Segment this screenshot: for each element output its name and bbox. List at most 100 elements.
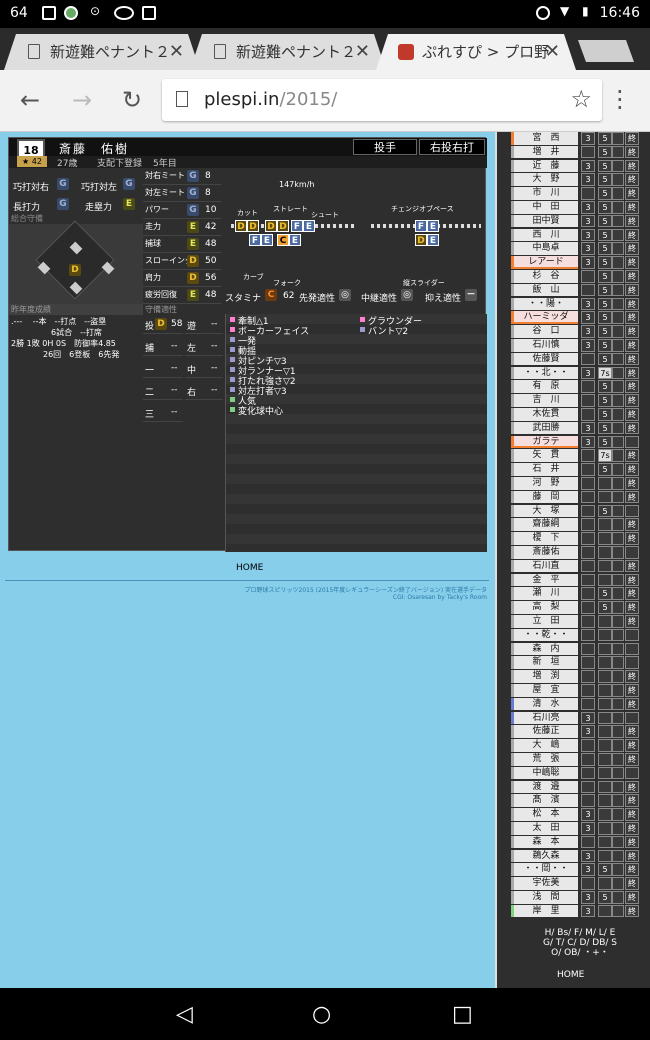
roster-player-name[interactable]: 杉 谷 <box>511 270 578 283</box>
roster-row[interactable]: 増 渕終 <box>511 670 649 684</box>
roster-row[interactable]: 石川亮 3 <box>511 711 649 726</box>
roster-row[interactable]: 森 本終 <box>511 835 649 850</box>
roster-row[interactable]: 瀬 川 5終 <box>511 587 649 601</box>
roster-player-name[interactable]: 近 藤 <box>511 159 578 173</box>
roster-player-name[interactable]: 髙 濱 <box>511 794 578 807</box>
roster-player-name[interactable]: 金 平 <box>511 573 578 587</box>
roster-row[interactable]: 森 内 <box>511 642 649 657</box>
roster-player-name[interactable]: 屋 宜 <box>511 684 578 697</box>
roster-player-name[interactable]: 佐藤正 <box>511 725 578 738</box>
roster-player-name[interactable]: 鵜久森 <box>511 849 578 863</box>
back-icon[interactable]: ← <box>20 86 40 114</box>
roster-player-name[interactable]: 飯 山 <box>511 283 578 297</box>
roster-row[interactable]: 佐藤賢 5 終 <box>511 352 649 367</box>
roster-row[interactable]: ハーミッダ 3 5 終 <box>511 311 649 325</box>
roster-player-name[interactable]: 増 渕 <box>511 670 578 683</box>
roster-row[interactable]: 荒 張終 <box>511 753 649 767</box>
roster-row[interactable]: 有 原 5終 <box>511 380 649 394</box>
roster-player-name[interactable]: ・・岡・・ <box>511 863 578 876</box>
roster-player-name[interactable]: ガラテ <box>511 435 578 449</box>
roster-row[interactable]: ・・北・・ 3 7s 終 <box>511 366 649 381</box>
roster-player-name[interactable]: 榎 下 <box>511 532 578 545</box>
roster-player-name[interactable]: 宇佐美 <box>511 877 578 890</box>
roster-row[interactable]: 清 水終 <box>511 697 649 712</box>
roster-row[interactable]: 齋藤綱 終 <box>511 518 649 532</box>
roster-row[interactable]: 立 田終 <box>511 615 649 629</box>
roster-player-name[interactable]: 有 原 <box>511 380 578 393</box>
roster-player-name[interactable]: ハーミッダ <box>511 311 578 324</box>
roster-player-name[interactable]: 佐藤賢 <box>511 352 578 366</box>
roster-player-name[interactable]: ・・北・・ <box>511 366 578 380</box>
roster-player-name[interactable]: 中島卓 <box>511 242 578 255</box>
roster-player-name[interactable]: 田中賢 <box>511 214 578 228</box>
roster-player-name[interactable]: 斎藤佑 <box>511 546 578 559</box>
roster-row[interactable]: 中嶋聡 <box>511 766 649 781</box>
roster-row[interactable]: 渡 邉終 <box>511 780 649 795</box>
nav-home-icon[interactable]: ○ <box>312 1002 331 1027</box>
roster-player-name[interactable]: 清 水 <box>511 697 578 711</box>
roster-player-name[interactable]: 岸 里 <box>511 904 578 918</box>
roster-player-name[interactable]: 市 川 <box>511 187 578 200</box>
roster-row[interactable]: 岸 里3 終 <box>511 904 649 919</box>
roster-row[interactable]: 鵜久森 3 終 <box>511 849 649 864</box>
roster-player-name[interactable]: 谷 口 <box>511 325 578 338</box>
nav-back-icon[interactable]: ◁ <box>176 1002 193 1027</box>
bookmark-star-icon[interactable]: ☆ <box>570 85 592 113</box>
roster-player-name[interactable]: 増 井 <box>511 145 578 159</box>
legend-line-3[interactable]: O/ OB/ ・+・ <box>525 948 635 958</box>
roster-row[interactable]: 中島卓 3 5 終 <box>511 242 649 256</box>
roster-row[interactable]: 榎 下終 <box>511 532 649 546</box>
roster-row[interactable]: 中 田35終 <box>511 201 649 215</box>
roster-row[interactable]: 増 井 5終 <box>511 145 649 160</box>
roster-player-name[interactable]: 矢 貫 <box>511 449 578 462</box>
roster-player-name[interactable]: 立 田 <box>511 615 578 628</box>
tab-2[interactable]: 新遊難ペナント２ ✕ <box>190 34 386 70</box>
roster-player-name[interactable]: 瀬 川 <box>511 587 578 600</box>
roster-row[interactable]: 大 嶋終 <box>511 739 649 753</box>
roster-row[interactable]: 武田勝 3 5 終 <box>511 421 649 436</box>
roster-player-name[interactable]: 石川亮 <box>511 711 578 725</box>
page-info-icon[interactable] <box>176 91 188 107</box>
roster-row[interactable]: 高 梨 5終 <box>511 601 649 615</box>
close-tab-icon[interactable]: ✕ <box>545 34 560 70</box>
roster-player-name[interactable]: ・・陽・ <box>511 297 578 311</box>
roster-row[interactable]: 西 川35終 <box>511 228 649 243</box>
forward-icon[interactable]: → <box>72 86 92 114</box>
roster-row[interactable]: 佐藤正 3 終 <box>511 725 649 739</box>
roster-player-name[interactable]: 石川慎 <box>511 339 578 352</box>
roster-row[interactable]: 大 野35終 <box>511 173 649 187</box>
roster-player-name[interactable]: 松 本 <box>511 808 578 821</box>
roster-player-name[interactable]: 藤 岡 <box>511 490 578 504</box>
roster-row[interactable]: 松 本3 終 <box>511 808 649 822</box>
roster-player-name[interactable]: 荒 張 <box>511 753 578 766</box>
roster-player-name[interactable]: 宮 西 <box>511 132 578 145</box>
roster-row[interactable]: ・・岡・・ 3 5 終 <box>511 863 649 877</box>
roster-player-name[interactable]: 武田勝 <box>511 421 578 435</box>
roster-player-name[interactable]: 吉 川 <box>511 394 578 407</box>
roster-row[interactable]: 屋 宜終 <box>511 684 649 698</box>
roster-player-name[interactable]: 齋藤綱 <box>511 518 578 531</box>
roster-row[interactable]: レアード 3 5 終 <box>511 256 649 270</box>
address-bar[interactable]: plespi.in/2015/ ☆ <box>162 79 602 121</box>
roster-player-name[interactable]: 中 田 <box>511 201 578 214</box>
roster-row[interactable]: 金 平終 <box>511 573 649 588</box>
roster-row[interactable]: ・・陽・ 3 5 終 <box>511 297 649 312</box>
roster-row[interactable]: 宮 西35終 <box>511 132 649 146</box>
roster-row[interactable]: 杉 谷 5終 <box>511 270 649 284</box>
overflow-menu-icon[interactable]: · · · <box>616 80 626 120</box>
roster-player-name[interactable]: 太 田 <box>511 822 578 835</box>
roster-row[interactable]: ガラテ 3 5 <box>511 435 649 450</box>
roster-row[interactable]: 斎藤佑 <box>511 546 649 560</box>
legend-line-1[interactable]: H/ Bs/ F/ M/ L/ E <box>525 928 635 938</box>
roster-player-name[interactable]: 浅 間 <box>511 891 578 904</box>
roster-row[interactable]: 近 藤35終 <box>511 159 649 174</box>
roster-row[interactable]: 谷 口35終 <box>511 325 649 339</box>
legend-line-2[interactable]: G/ T/ C/ D/ DB/ S <box>525 938 635 948</box>
roster-row[interactable]: 田中賢 3 5 終 <box>511 214 649 229</box>
roster-player-name[interactable]: 中嶋聡 <box>511 766 578 780</box>
roster-row[interactable]: 木佐貫 5 終 <box>511 408 649 422</box>
roster-row[interactable]: 太 田3 終 <box>511 822 649 836</box>
home-link[interactable]: HOME <box>236 563 263 573</box>
roster-player-name[interactable]: 石川直 <box>511 559 578 573</box>
roster-row[interactable]: 吉 川 5終 <box>511 394 649 408</box>
